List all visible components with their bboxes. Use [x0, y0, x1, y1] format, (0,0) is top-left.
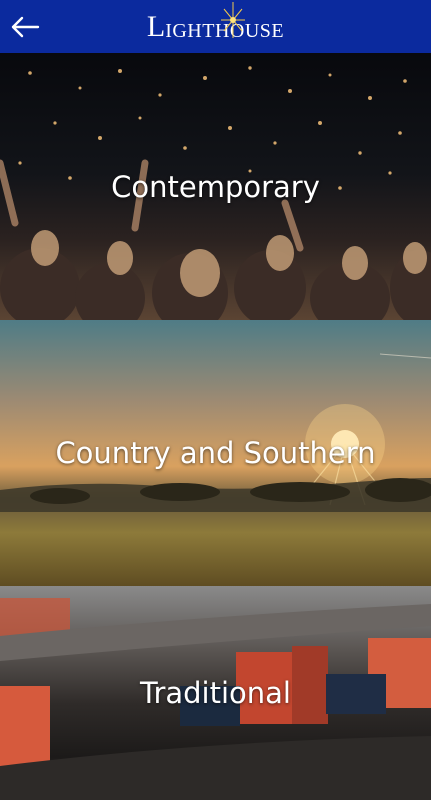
tile-label-country-and-southern: Country and Southern	[55, 436, 376, 470]
app-screen: L IGHTHOUSE Contemporary Country and Sou…	[0, 0, 431, 800]
logo-initial: L	[146, 9, 166, 43]
tile-label-contemporary: Contemporary	[111, 169, 320, 204]
tile-label-traditional: Traditional	[140, 676, 291, 710]
lighthouse-logo: L IGHTHOUSE	[146, 1, 284, 43]
category-tile-country-and-southern[interactable]: Country and Southern	[0, 320, 431, 586]
category-tile-traditional[interactable]: Traditional	[0, 586, 431, 800]
back-button[interactable]	[8, 10, 42, 44]
top-bar: L IGHTHOUSE	[0, 0, 431, 53]
star-burst-icon	[220, 1, 245, 38]
arrow-left-icon	[11, 16, 40, 38]
category-tile-contemporary[interactable]: Contemporary	[0, 53, 431, 320]
